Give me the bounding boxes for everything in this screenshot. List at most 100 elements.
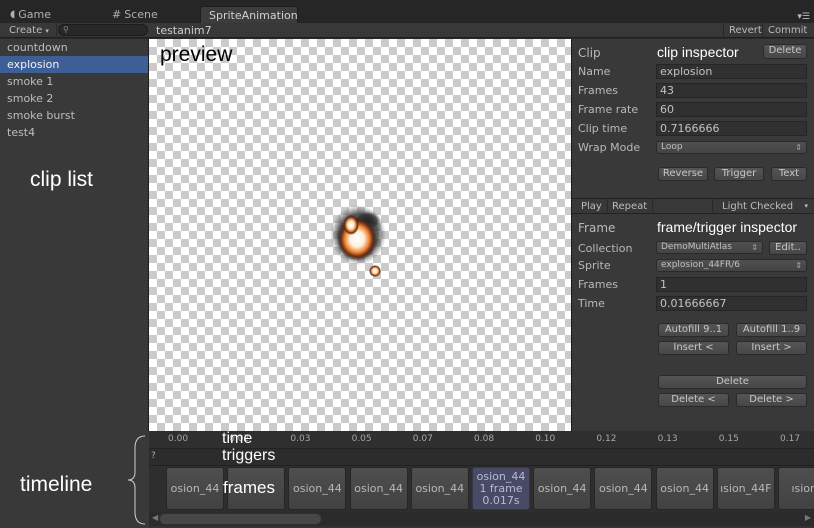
clip-time-field[interactable]: 0.7166666: [656, 121, 807, 136]
frame-cell-text: osion_44: [354, 481, 403, 495]
time-label: Time: [578, 297, 605, 310]
scrollbar-thumb[interactable]: [159, 513, 322, 525]
sprite-value: explosion_44FR/6: [661, 260, 740, 270]
time-tick: 0.08: [474, 434, 495, 444]
play-button[interactable]: Play: [576, 199, 608, 214]
time-tick: 0.05: [351, 434, 372, 444]
clip-time-label: Clip time: [578, 122, 628, 135]
trigger-button[interactable]: Trigger: [714, 167, 764, 181]
revert-button[interactable]: Revert: [723, 23, 767, 38]
clip-item-countdown[interactable]: countdown: [0, 39, 148, 56]
tab-game[interactable]: ◖ Game: [2, 6, 59, 23]
preview-canvas[interactable]: preview: [149, 39, 571, 431]
frame-cell[interactable]: osion_44: [655, 467, 714, 510]
time-annotation: time: [222, 430, 253, 447]
commit-button[interactable]: Commit: [762, 23, 812, 38]
frame-cell-text: osion_44: [170, 481, 220, 495]
clip-item-smoke-2[interactable]: smoke 2: [0, 90, 148, 107]
clip-inspector-annotation: clip inspector: [657, 44, 739, 60]
clip-item-explosion[interactable]: explosion: [0, 56, 148, 73]
frames-annotation: frames: [223, 478, 275, 497]
create-dropdown[interactable]: Create ▾: [2, 23, 57, 38]
frame-cell-text: osion_44: [660, 481, 709, 495]
frame-cell-text: 1 frame: [479, 481, 523, 495]
frame-cell[interactable]: osion_44: [349, 467, 408, 510]
insert-after-button[interactable]: Insert >: [736, 341, 807, 355]
frame-cell[interactable]: ısion_44F: [716, 467, 775, 510]
delete-after-button[interactable]: Delete >: [736, 393, 807, 407]
tab-label: Scene: [124, 8, 158, 21]
wrap-mode-value: Loop: [661, 142, 683, 152]
wrap-mode-dropdown[interactable]: Loop ⇕: [656, 141, 807, 154]
clip-list-annotation: clip list: [30, 168, 94, 191]
insert-before-button[interactable]: Insert <: [658, 341, 729, 355]
reverse-button[interactable]: Reverse: [658, 167, 708, 181]
sprite-label: Sprite: [578, 259, 611, 272]
tab-label: Game: [18, 8, 52, 21]
repeat-button[interactable]: Repeat: [607, 199, 654, 214]
tab-menu-icon[interactable]: ▾☰: [797, 12, 810, 22]
frame-cell[interactable]: osion_44: [533, 467, 592, 510]
wrap-mode-label: Wrap Mode: [578, 141, 641, 154]
scroll-left-icon[interactable]: ◀: [152, 513, 158, 522]
timeline-annotation: timeline: [20, 473, 93, 496]
search-icon: ⚲: [63, 25, 69, 34]
delete-clip-button[interactable]: Delete: [763, 44, 807, 59]
sprite-dropdown[interactable]: explosion_44FR/6 ⇕: [656, 259, 807, 272]
collection-dropdown[interactable]: DemoMultiAtlas ⇕: [656, 241, 763, 254]
frame-cell-text: ısion_44F: [720, 481, 772, 495]
tab-bar: ◖ Game # Scene SpriteAnimation ▾☰: [0, 0, 814, 23]
tab-spriteanimation[interactable]: SpriteAnimation: [200, 6, 298, 23]
text-button[interactable]: Text: [771, 167, 807, 181]
search-input[interactable]: ⚲: [58, 24, 148, 36]
frames-field[interactable]: 43: [656, 83, 807, 98]
clip-item-test4[interactable]: test4: [0, 124, 148, 141]
frame-cell[interactable]: osion_44: [166, 467, 224, 510]
frame-cell-text: osion_44: [293, 481, 342, 495]
frame-cell[interactable]: osion_44: [594, 467, 653, 510]
time-tick: 0.15: [718, 434, 739, 444]
frame-cell-text: osion_44: [476, 469, 526, 483]
time-tick: 0.03: [290, 434, 311, 444]
dropdown-arrows-icon: ⇕: [795, 143, 802, 152]
preview-toolbar: Play Repeat Light Checked ▾: [572, 198, 814, 214]
delete-before-button[interactable]: Delete <: [658, 393, 729, 407]
clip-item-smoke-1[interactable]: smoke 1: [0, 73, 148, 90]
frames-label: Frames: [578, 84, 619, 97]
chevron-down-icon: ▾: [45, 27, 49, 35]
collection-label: Collection: [578, 242, 633, 255]
clip-item-smoke-burst[interactable]: smoke burst: [0, 107, 148, 124]
frame-frames-field[interactable]: 1: [656, 277, 807, 292]
time-tick: 0.07: [412, 434, 433, 444]
scroll-right-icon[interactable]: ▶: [805, 513, 811, 522]
background-dropdown[interactable]: Light Checked ▾: [712, 199, 812, 214]
frame-cell[interactable]: osion_44: [410, 467, 469, 510]
clip-list: countdown explosion smoke 1 smoke 2 smok…: [0, 39, 149, 431]
inspector-panel: Clip clip inspector Delete Name explosio…: [571, 39, 814, 431]
autofill-asc-button[interactable]: Autofill 1..9: [736, 323, 807, 337]
dropdown-arrows-icon: ⇕: [795, 261, 802, 270]
edit-collection-button[interactable]: Edit..: [769, 241, 807, 255]
time-tick: 0.12: [596, 434, 617, 444]
time-tick: 0.13: [657, 434, 678, 444]
animation-name: testanim7: [156, 24, 212, 37]
tab-scene[interactable]: # Scene: [104, 6, 166, 23]
frame-cell[interactable]: ısion_: [778, 467, 814, 510]
name-field[interactable]: explosion: [656, 64, 807, 79]
frame-frames-label: Frames: [578, 278, 619, 291]
dropdown-arrows-icon: ⇕: [751, 243, 758, 252]
frame-cell-text: osion_44: [415, 481, 465, 495]
grid-icon: #: [112, 8, 122, 21]
frame-cell-text: osion_44: [599, 481, 648, 495]
frame-rate-label: Frame rate: [578, 103, 639, 116]
autofill-desc-button[interactable]: Autofill 9..1: [658, 323, 729, 337]
trigger-marker[interactable]: ?: [151, 451, 156, 461]
frame-cell[interactable]: osion_44: [288, 467, 347, 510]
time-field[interactable]: 0.01666667: [656, 296, 807, 311]
toolbar: Create ▾ ⚲ testanim7 Revert Commit: [0, 23, 814, 38]
frame-rate-field[interactable]: 60: [656, 102, 807, 117]
horizontal-scrollbar[interactable]: ◀ ▶: [149, 512, 814, 526]
frame-cell[interactable]: osion_44 1 frame 0.017s: [472, 467, 530, 510]
delete-frame-button[interactable]: Delete: [658, 375, 807, 389]
tab-label: SpriteAnimation: [209, 8, 298, 22]
